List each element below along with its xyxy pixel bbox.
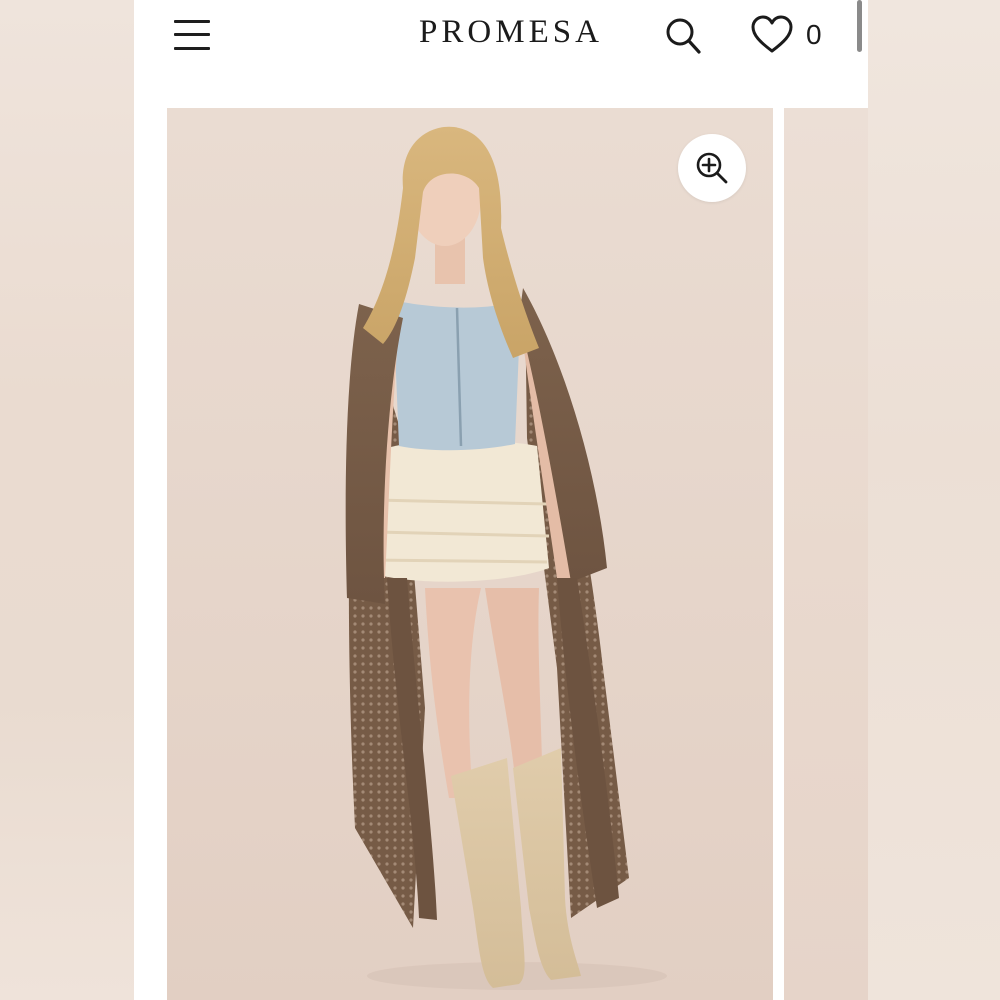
product-page: PROMESA 0 [134, 0, 868, 1000]
next-gallery-image-peek[interactable] [784, 108, 868, 1000]
blurred-backdrop-right [868, 0, 1000, 1000]
blurred-backdrop-left [0, 0, 134, 1000]
heart-icon[interactable] [750, 15, 794, 55]
zoom-in-icon [696, 152, 728, 184]
search-icon[interactable] [664, 16, 704, 56]
wishlist-count: 0 [806, 19, 822, 50]
product-image-gallery[interactable] [167, 108, 773, 1000]
zoom-button[interactable] [678, 134, 746, 202]
scrollbar[interactable] [857, 0, 862, 52]
site-header: PROMESA 0 [134, 0, 868, 76]
product-photo [167, 108, 773, 1000]
